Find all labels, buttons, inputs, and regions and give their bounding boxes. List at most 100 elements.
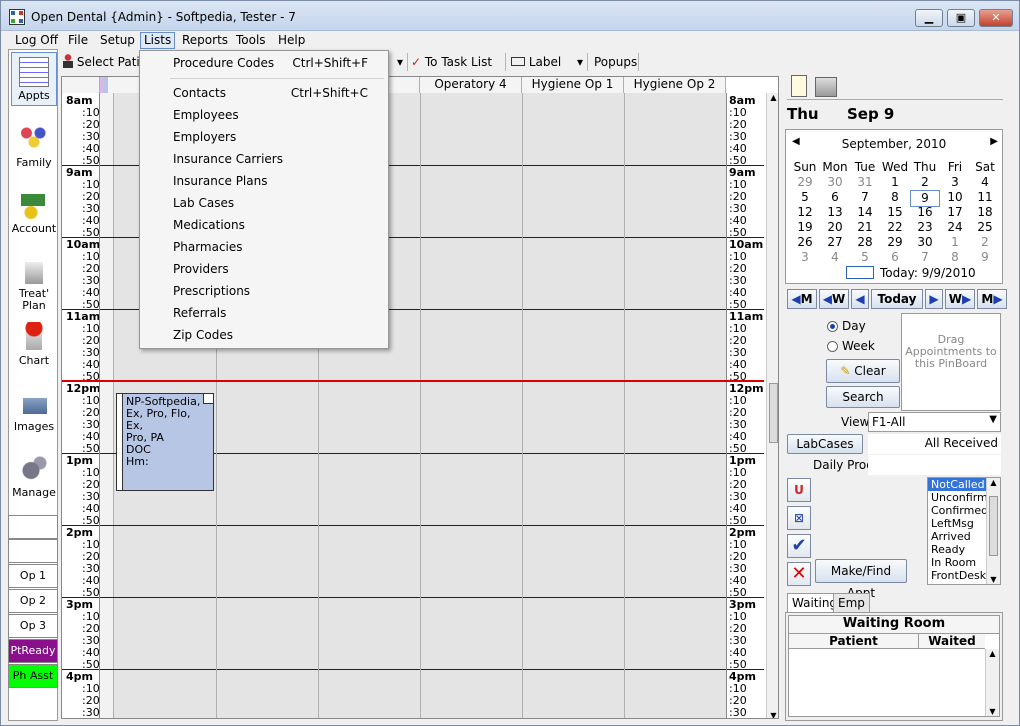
lab-cases-button[interactable]: LabCases <box>787 434 863 454</box>
pinboard[interactable]: Drag Appointments to this PinBoard <box>901 313 1001 411</box>
confirmation-status-list[interactable]: NotCalled Unconfirmed Confirmed LeftMsg … <box>927 477 1001 585</box>
month-calendar[interactable]: ◀ September, 2010 ▶ Sun Mon Tue Wed Thu Fri Sa… <box>785 129 1003 284</box>
search-button[interactable]: Search <box>826 386 900 408</box>
today-link[interactable]: Today: 9/9/2010 <box>880 266 976 280</box>
tab-emp[interactable]: Emp <box>833 593 870 613</box>
prev-day-button[interactable]: ◀ <box>851 289 869 309</box>
menu-item-lab-cases[interactable]: Lab Cases <box>173 196 234 210</box>
menu-item-employers[interactable]: Employers <box>173 130 236 144</box>
calendar-day[interactable]: 31 <box>850 175 880 190</box>
complete-button[interactable]: ✔ <box>787 534 811 558</box>
clear-button[interactable]: ✎ Clear <box>826 359 900 383</box>
nav-manage[interactable]: Manage <box>11 450 57 500</box>
provider-op-1[interactable]: Op 1 <box>8 564 58 588</box>
calendar-day[interactable]: 11 <box>970 190 1000 205</box>
menu-item-procedure-codes[interactable]: Procedure Codes <box>173 56 274 70</box>
provider-op-2[interactable]: Op 2 <box>8 589 58 613</box>
menu-item-medications[interactable]: Medications <box>173 218 245 232</box>
break-appointment-button[interactable]: ⊠ <box>787 506 811 530</box>
calendar-day[interactable]: 2 <box>910 175 940 190</box>
next-week-button[interactable]: W▶ <box>945 289 975 309</box>
to-task-list-button[interactable]: ✓ To Task List <box>411 53 499 71</box>
calendar-day[interactable]: 30 <box>910 235 940 250</box>
calendar-day[interactable]: 28 <box>850 235 880 250</box>
nav-account[interactable]: Account <box>11 186 57 236</box>
status-list-scrollbar[interactable]: ▲ ▼ <box>986 478 1000 584</box>
unschedule-button[interactable]: U <box>787 478 811 502</box>
label-button[interactable]: Label <box>511 53 565 71</box>
popups-button[interactable]: Popups <box>594 53 638 71</box>
nav-chart[interactable]: Chart <box>11 318 57 368</box>
scroll-thumb[interactable] <box>769 383 778 443</box>
waiting-room-scrollbar[interactable]: ▲ ▼ <box>985 649 999 716</box>
calendar-day[interactable]: 29 <box>880 235 910 250</box>
calendar-day[interactable]: 5 <box>790 190 820 205</box>
calendar-day[interactable]: 1 <box>940 235 970 250</box>
menu-item-insurance-carriers[interactable]: Insurance Carriers <box>173 152 283 166</box>
menu-reports[interactable]: Reports <box>179 33 231 47</box>
prev-month-button[interactable]: ◀M <box>787 289 817 309</box>
nav-family[interactable]: Family <box>11 120 57 170</box>
calendar-day[interactable]: 1 <box>880 175 910 190</box>
calendar-day[interactable]: 6 <box>880 250 910 265</box>
calendar-day[interactable]: 4 <box>820 250 850 265</box>
column-waited[interactable]: Waited <box>919 634 985 649</box>
calendar-day[interactable]: 5 <box>850 250 880 265</box>
maximize-button[interactable]: ▣ <box>947 9 975 27</box>
label-dropdown-arrow[interactable]: ▾ <box>577 53 587 71</box>
today-button[interactable]: Today <box>871 289 923 309</box>
print-notes-icon[interactable] <box>791 75 807 97</box>
menu-item-providers[interactable]: Providers <box>173 262 229 276</box>
calendar-day[interactable]: 29 <box>790 175 820 190</box>
nav-appts[interactable]: Appts <box>11 52 57 106</box>
menu-item-prescriptions[interactable]: Prescriptions <box>173 284 250 298</box>
menu-item-employees[interactable]: Employees <box>173 108 239 122</box>
calendar-day[interactable]: 2 <box>970 235 1000 250</box>
calendar-day[interactable]: 9 <box>970 250 1000 265</box>
prev-week-button[interactable]: ◀W <box>819 289 849 309</box>
menu-file[interactable]: File <box>65 33 91 47</box>
menu-tools[interactable]: Tools <box>233 33 269 47</box>
calendar-day[interactable]: 3 <box>940 175 970 190</box>
provider-ptready[interactable]: PtReady <box>8 639 58 663</box>
calendar-day[interactable]: 8 <box>880 190 910 205</box>
calendar-day[interactable]: 17 <box>940 205 970 220</box>
appointment-block[interactable]: NP-Softpedia, Ex, Pro, Flo, Ex, Pro, PA … <box>116 393 214 491</box>
calendar-day[interactable]: 24 <box>940 220 970 235</box>
calendar-day[interactable]: 25 <box>970 220 1000 235</box>
menu-item-insurance-plans[interactable]: Insurance Plans <box>173 174 267 188</box>
calendar-day[interactable]: 18 <box>970 205 1000 220</box>
calendar-day[interactable]: 27 <box>820 235 850 250</box>
menu-item-referrals[interactable]: Referrals <box>173 306 226 320</box>
calendar-day[interactable]: 4 <box>970 175 1000 190</box>
calendar-day[interactable]: 13 <box>820 205 850 220</box>
menu-item-zip-codes[interactable]: Zip Codes <box>173 328 233 342</box>
nav-images[interactable]: Images <box>11 384 57 434</box>
calendar-day[interactable]: 10 <box>940 190 970 205</box>
week-view-radio[interactable] <box>827 341 838 352</box>
calendar-day[interactable]: 14 <box>850 205 880 220</box>
menu-log-off[interactable]: Log Off <box>12 33 61 47</box>
calendar-day[interactable]: 21 <box>850 220 880 235</box>
calendar-day[interactable]: 20 <box>820 220 850 235</box>
calendar-day[interactable]: 8 <box>940 250 970 265</box>
next-day-button[interactable]: ▶ <box>925 289 943 309</box>
calendar-day[interactable]: 23 <box>910 220 940 235</box>
printer-icon[interactable] <box>815 77 837 97</box>
minimize-button[interactable]: ▁ <box>915 9 943 27</box>
make-find-appt-button[interactable]: Make/Find Appt <box>815 559 907 600</box>
close-button[interactable]: ✕ <box>979 9 1013 27</box>
view-select[interactable]: F1-All ▼ <box>868 412 1001 432</box>
calendar-day[interactable]: 12 <box>790 205 820 220</box>
calendar-day[interactable]: 6 <box>820 190 850 205</box>
calendar-day[interactable]: 15 <box>880 205 910 220</box>
menu-item-contacts[interactable]: Contacts <box>173 86 226 100</box>
calendar-day[interactable]: 19 <box>790 220 820 235</box>
next-month-button[interactable]: M▶ <box>977 289 1007 309</box>
menu-item-pharmacies[interactable]: Pharmacies <box>173 240 243 254</box>
calendar-day[interactable]: 7 <box>910 250 940 265</box>
menu-help[interactable]: Help <box>275 33 308 47</box>
next-month-icon[interactable]: ▶ <box>990 136 998 147</box>
select-patient-button[interactable]: Select Pati <box>63 53 141 71</box>
menu-lists[interactable]: Lists <box>140 32 176 49</box>
